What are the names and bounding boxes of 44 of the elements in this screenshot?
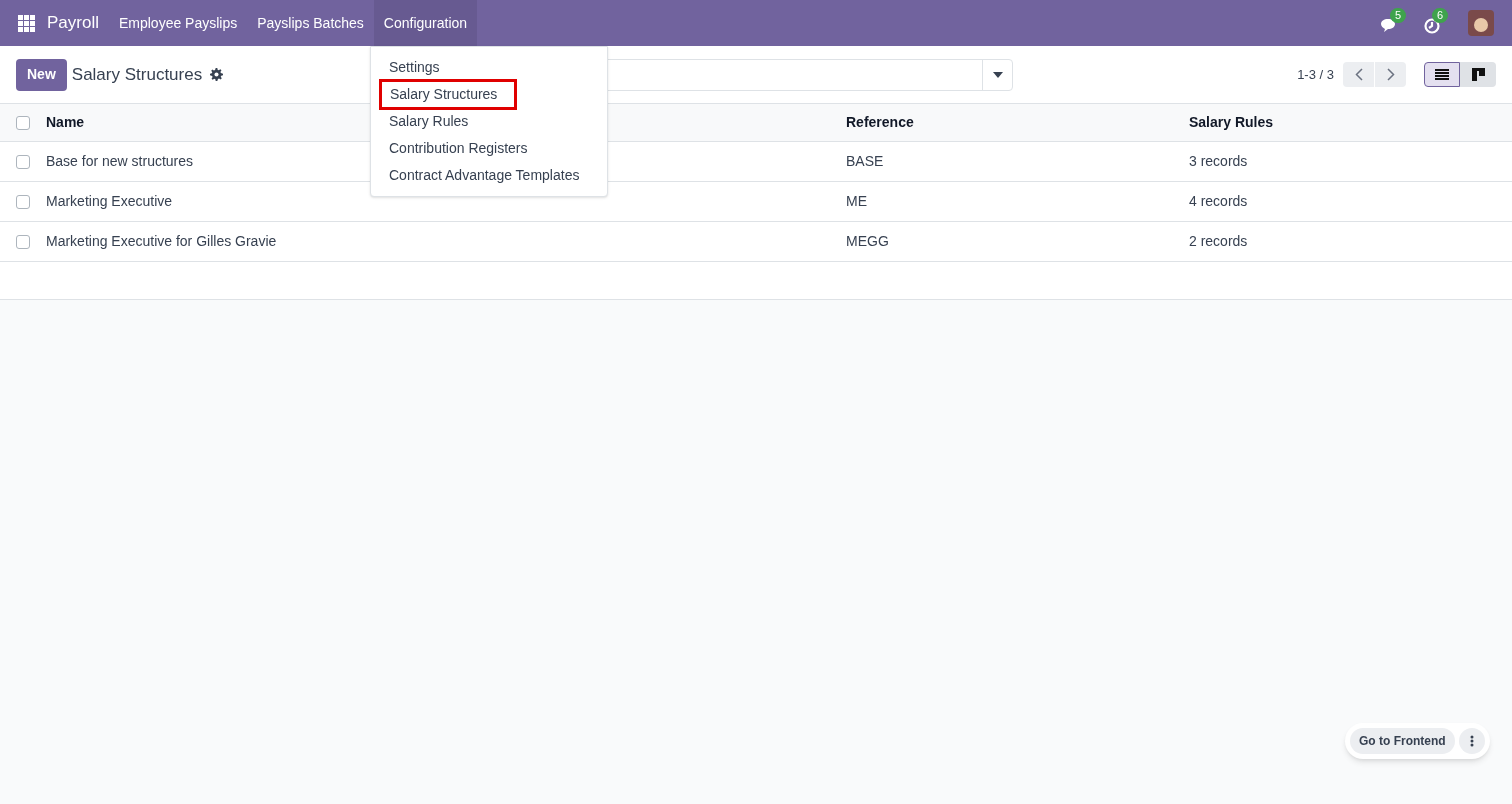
- nav-menu-item[interactable]: Payslips Batches: [247, 0, 374, 46]
- table-cell-text: 2 records: [1189, 232, 1248, 251]
- checkbox[interactable]: [16, 194, 30, 209]
- gear-icon[interactable]: [210, 68, 224, 81]
- checkbox[interactable]: [16, 154, 30, 169]
- table-cell-text: ME: [846, 192, 867, 211]
- list-view-button[interactable]: [1424, 62, 1460, 87]
- nav-menu-item[interactable]: Employee Payslips: [108, 0, 248, 46]
- kanban-icon: [1471, 68, 1485, 81]
- column-header[interactable]: Salary Rules: [1189, 112, 1274, 133]
- table-cell-text: 4 records: [1189, 192, 1248, 211]
- dropdown-item[interactable]: Contract Advantage Templates: [380, 162, 598, 189]
- app-name[interactable]: Payroll: [47, 10, 99, 36]
- dropdown-item[interactable]: Salary Structures: [381, 81, 515, 108]
- nav-menu-item[interactable]: Configuration: [373, 0, 478, 46]
- page-title: Salary Structures: [71, 63, 203, 86]
- kanban-view-button[interactable]: [1460, 62, 1496, 87]
- vertical-dots-icon: [1469, 735, 1474, 747]
- go-to-frontend-button[interactable]: Go to Frontend: [1350, 728, 1455, 754]
- chevron-left-icon: [1354, 68, 1363, 81]
- apps-menu-icon[interactable]: [18, 14, 35, 32]
- dropdown-item[interactable]: Settings: [380, 54, 598, 81]
- checkbox[interactable]: [16, 234, 30, 249]
- table-cell-text: Marketing Executive: [46, 192, 173, 211]
- table-cell-text: BASE: [846, 152, 884, 171]
- message-count-badge: 5: [1390, 8, 1407, 23]
- activity-count-badge: 6: [1432, 8, 1449, 23]
- chevron-right-icon: [1386, 68, 1395, 81]
- pager-value[interactable]: 1-3 / 3: [1297, 64, 1334, 85]
- avatar[interactable]: [1468, 10, 1494, 36]
- column-header[interactable]: Reference: [846, 112, 914, 133]
- new-button[interactable]: New: [16, 58, 67, 91]
- column-header[interactable]: Name: [46, 112, 85, 133]
- table-cell-text: 3 records: [1189, 152, 1248, 171]
- list-icon: [1435, 69, 1449, 80]
- dropdown-item[interactable]: Salary Rules: [380, 108, 598, 135]
- dropdown-item[interactable]: Contribution Registers: [380, 135, 598, 162]
- chat-icon[interactable]: [1380, 18, 1398, 34]
- table-cell-text: Marketing Executive for Gilles Gravie: [46, 232, 277, 251]
- caret-icon: [992, 71, 1003, 78]
- clock-icon[interactable]: [1424, 18, 1440, 34]
- table-cell-text: MEGG: [846, 232, 889, 251]
- checkbox[interactable]: [16, 115, 30, 130]
- table-cell-text: Base for new structures: [46, 152, 194, 171]
